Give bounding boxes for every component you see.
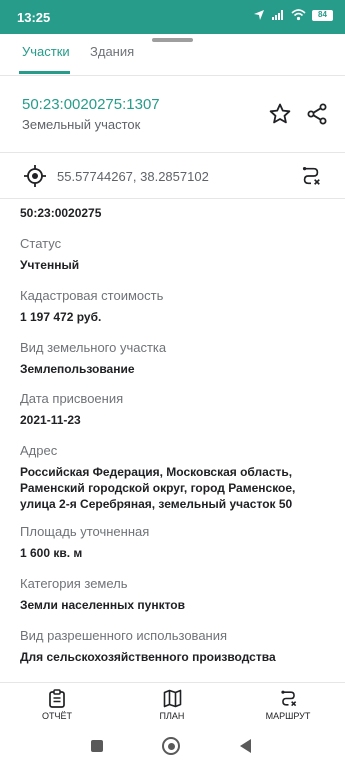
home-icon[interactable]	[162, 737, 180, 755]
tab-indicator	[19, 71, 70, 74]
address-label: Адрес	[20, 443, 58, 458]
date-value: 2021-11-23	[20, 413, 81, 427]
bottom-action-bar: ОТЧЁТ ПЛАН МАРШРУТ	[0, 682, 345, 726]
cost-label: Кадастровая стоимость	[20, 288, 164, 303]
system-nav-bar	[0, 726, 345, 767]
clipboard-icon	[49, 689, 65, 708]
battery-icon: 84	[312, 9, 333, 21]
plan-label: ПЛАН	[159, 711, 185, 721]
coordinates-text[interactable]: 55.57744267, 38.2857102	[57, 169, 209, 184]
date-label: Дата присвоения	[20, 391, 124, 406]
tab-bar: Участки Здания	[0, 44, 345, 75]
land-category-value: Земли населенных пунктов	[20, 598, 186, 612]
status-icons: 84	[253, 9, 333, 21]
status-bar: 13:25 84	[0, 0, 345, 34]
address-value: Российская Федерация, Московская область…	[20, 465, 296, 511]
location-arrow-icon	[254, 10, 264, 20]
permitted-use-value: Для сельскохозяйственного производства	[20, 650, 276, 664]
back-icon[interactable]	[240, 739, 251, 753]
area-label: Площадь уточненная	[20, 524, 150, 539]
crosshair-icon[interactable]	[23, 164, 47, 188]
wifi-icon	[291, 9, 306, 21]
favorite-star-icon[interactable]	[268, 102, 292, 126]
permitted-use-label: Вид разрешенного использования	[20, 628, 228, 643]
land-type-label: Вид земельного участка	[20, 340, 167, 355]
recents-icon[interactable]	[91, 740, 103, 752]
report-button[interactable]: ОТЧЁТ	[22, 689, 92, 721]
home-dot	[168, 743, 175, 750]
header-divider	[0, 152, 345, 153]
quarter-value: 50:23:0020275	[20, 206, 102, 220]
status-label: Статус	[20, 236, 62, 251]
share-icon[interactable]	[305, 102, 329, 126]
land-category-label: Категория земель	[20, 576, 128, 591]
report-label: ОТЧЁТ	[41, 711, 72, 721]
cost-value: 1 197 472 руб.	[20, 310, 102, 324]
coords-divider	[0, 198, 345, 199]
land-type-value: Землепользование	[20, 362, 135, 376]
drag-handle[interactable]	[152, 38, 193, 42]
area-value: 1 600 кв. м	[20, 546, 83, 560]
status-time: 13:25	[17, 10, 51, 25]
map-icon	[163, 689, 181, 708]
signal-icon	[272, 10, 283, 20]
route-clear-icon[interactable]	[300, 165, 322, 187]
tab-plots[interactable]: Участки	[22, 44, 70, 59]
route-button[interactable]: МАРШРУТ	[253, 689, 323, 721]
status-value: Учтенный	[20, 258, 80, 272]
tab-buildings[interactable]: Здания	[90, 44, 134, 59]
route-label: МАРШРУТ	[265, 711, 311, 721]
plan-button[interactable]: ПЛАН	[137, 689, 207, 721]
coordinates-row: 55.57744267, 38.2857102	[0, 161, 345, 193]
route-icon	[280, 690, 296, 707]
tabs-divider	[0, 75, 345, 76]
